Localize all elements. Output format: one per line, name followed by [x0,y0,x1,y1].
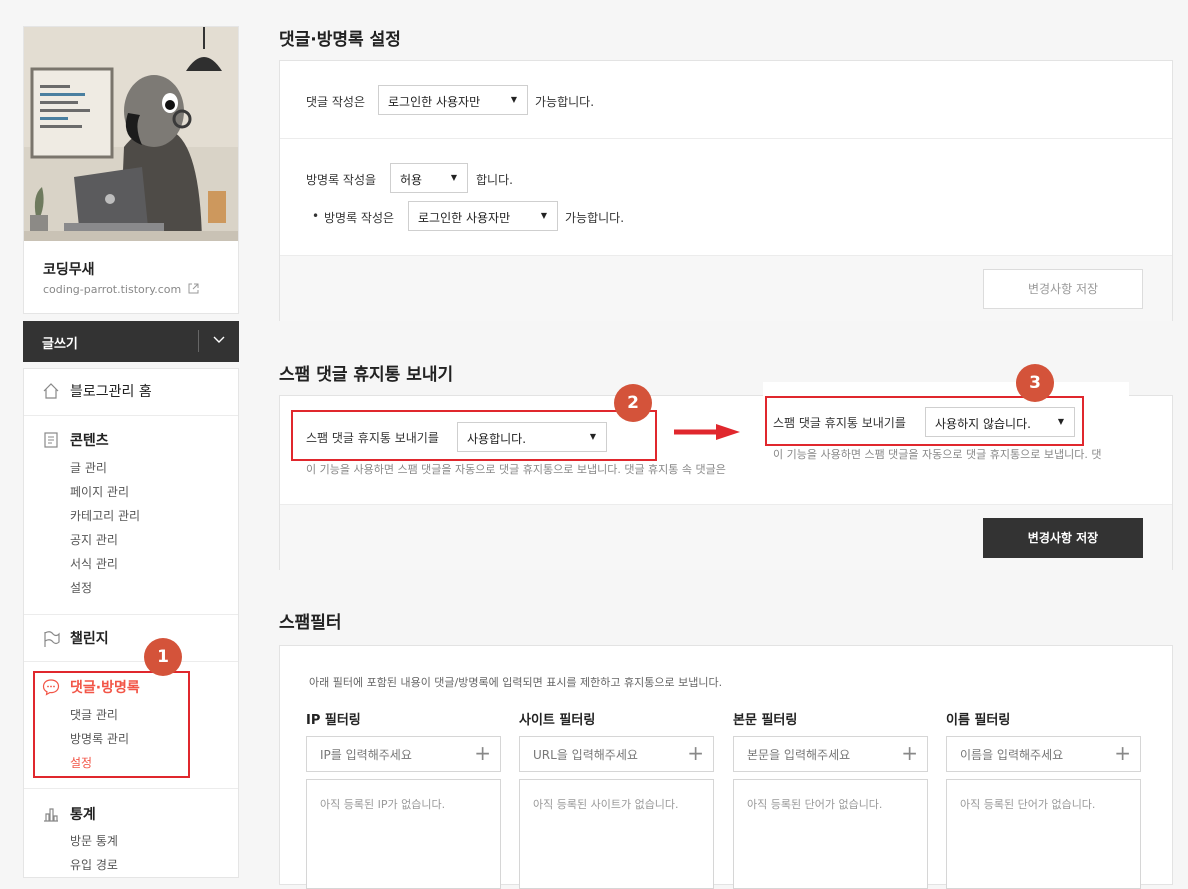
spam-trash-footer: 변경사항 저장 [280,504,1172,570]
profile-card: 코딩무새 coding-parrot.tistory.com [23,26,239,314]
plus-icon[interactable]: + [474,741,491,765]
guestbook-allow-select-value: 허용 [400,173,423,187]
sidebar-item-challenge-label: 챌린지 [70,631,109,647]
bullet: • [312,209,320,223]
home-icon [43,383,59,399]
ip-filter-list: 아직 등록된 IP가 없습니다. [306,779,501,889]
spam-trash-description: 이 기능을 사용하면 스팸 댓글을 자동으로 댓글 휴지통으로 보냅니다. 댓글… [306,463,726,476]
sidebar-item-contents-settings[interactable]: 설정 [70,579,92,596]
document-icon [44,432,58,448]
spam-filter-description: 아래 필터에 포함된 내용이 댓글/방명록에 입력되면 표시를 제한하고 휴지통… [309,676,723,689]
annotation-badge-1: 1 [144,638,182,676]
arrow-right-icon [674,424,740,440]
body-filter-list: 아직 등록된 단어가 없습니다. [733,779,928,889]
guestbook-write-select-value: 로그인한 사용자만 [418,211,511,225]
guestbook-allow-prefix: 방명록 작성을 [306,173,377,187]
guestbook-write-prefix: 방명록 작성은 [324,211,395,225]
spam-trash-description-after: 이 기능을 사용하면 스팸 댓글을 자동으로 댓글 휴지통으로 보냅니다. 댓 [773,448,1102,461]
annotation-badge-2: 2 [614,384,652,422]
sidebar-item-home[interactable]: 블로그관리 홈 [24,369,238,416]
annotation-box-1 [33,671,190,778]
blog-url-link[interactable]: coding-parrot.tistory.com [43,283,199,296]
profile-image [24,27,238,241]
sidebar-item-post-manage[interactable]: 글 관리 [70,459,107,476]
body-filter-empty: 아직 등록된 단어가 없습니다. [747,798,883,811]
dropdown-arrow-icon: ▼ [540,211,547,220]
name-filter-placeholder: 이름을 입력해주세요 [960,748,1064,762]
site-filter-input[interactable]: URL을 입력해주세요 + [519,736,714,772]
site-filter-list: 아직 등록된 사이트가 없습니다. [519,779,714,889]
name-filter-empty: 아직 등록된 단어가 없습니다. [960,798,1096,811]
plus-icon[interactable]: + [1114,741,1131,765]
comment-write-select-value: 로그인한 사용자만 [388,95,481,109]
ip-filter-placeholder: IP를 입력해주세요 [320,748,412,762]
body-filter-title: 본문 필터링 [733,713,798,728]
chevron-down-icon[interactable] [208,330,230,352]
sidebar-item-home-label: 블로그관리 홈 [70,384,152,400]
site-filter-title: 사이트 필터링 [519,713,596,728]
sidebar-item-notice-manage[interactable]: 공지 관리 [70,531,118,548]
guestbook-allow-select[interactable]: 허용 ▼ [390,163,468,193]
sidebar-section-contents: 콘텐츠 글 관리 페이지 관리 카테고리 관리 공지 관리 서식 관리 설정 [24,416,238,615]
sidebar-item-referrer[interactable]: 유입 경로 [70,856,118,873]
section-title-spam-trash: 스팸 댓글 휴지통 보내기 [279,365,454,385]
sidebar-item-stats[interactable]: 통계 [70,804,96,824]
sidebar-menu: 블로그관리 홈 콘텐츠 글 관리 페이지 관리 카테고리 관리 공지 관리 서식… [23,368,239,878]
guestbook-write-select[interactable]: 로그인한 사용자만 ▼ [408,201,558,231]
site-filter-empty: 아직 등록된 사이트가 없습니다. [533,798,679,811]
annotation-badge-3: 3 [1016,364,1054,402]
section-title-comment-settings: 댓글·방명록 설정 [279,30,401,50]
bar-chart-icon [44,808,58,822]
sidebar-item-category-manage[interactable]: 카테고리 관리 [70,507,140,524]
comment-write-prefix: 댓글 작성은 [306,95,366,109]
blog-name: 코딩무새 [43,262,95,278]
ip-filter-input[interactable]: IP를 입력해주세요 + [306,736,501,772]
write-button-label: 글쓰기 [42,337,78,352]
section-title-spam-filter: 스팸필터 [279,613,342,633]
name-filter-input[interactable]: 이름을 입력해주세요 + [946,736,1141,772]
external-link-icon [188,283,199,294]
annotation-box-2 [291,410,657,461]
sidebar-item-page-manage[interactable]: 페이지 관리 [70,483,129,500]
comment-write-select[interactable]: 로그인한 사용자만 ▼ [378,85,528,115]
sidebar-item-visit-stats[interactable]: 방문 통계 [70,832,118,849]
body-filter-input[interactable]: 본문을 입력해주세요 + [733,736,928,772]
save-button-spam-trash[interactable]: 변경사항 저장 [983,518,1143,558]
sidebar-item-challenge[interactable]: 챌린지 [24,615,238,662]
name-filter-title: 이름 필터링 [946,713,1011,728]
write-button[interactable]: 글쓰기 [23,321,239,362]
spam-filter-panel: 아래 필터에 포함된 내용이 댓글/방명록에 입력되면 표시를 제한하고 휴지통… [279,645,1173,889]
body-filter-placeholder: 본문을 입력해주세요 [747,748,851,762]
plus-icon[interactable]: + [901,741,918,765]
ip-filter-title: IP 필터링 [306,713,361,728]
guestbook-allow-suffix: 합니다. [476,173,513,187]
comment-settings-footer: 변경사항 저장 [280,255,1172,321]
dropdown-arrow-icon: ▼ [450,173,457,182]
plus-icon[interactable]: + [687,741,704,765]
write-button-divider [198,330,199,352]
sidebar-section-stats: 통계 방문 통계 유입 경로 [24,789,238,879]
divider [280,138,1172,139]
comment-write-suffix: 가능합니다. [535,95,595,109]
sidebar-item-template-manage[interactable]: 서식 관리 [70,555,118,572]
save-button-comment-settings[interactable]: 변경사항 저장 [983,269,1143,309]
ip-filter-empty: 아직 등록된 IP가 없습니다. [320,798,446,811]
sidebar-item-contents[interactable]: 콘텐츠 [70,430,109,450]
guestbook-write-suffix: 가능합니다. [565,211,625,225]
dropdown-arrow-icon: ▼ [510,95,517,104]
annotation-box-3 [765,396,1084,446]
comment-settings-panel: 댓글 작성은 로그인한 사용자만 ▼ 가능합니다. 방명록 작성을 허용 ▼ 합… [279,60,1173,321]
blog-url-text: coding-parrot.tistory.com [43,283,182,296]
name-filter-list: 아직 등록된 단어가 없습니다. [946,779,1141,889]
flag-icon [44,631,60,647]
site-filter-placeholder: URL을 입력해주세요 [533,748,638,762]
